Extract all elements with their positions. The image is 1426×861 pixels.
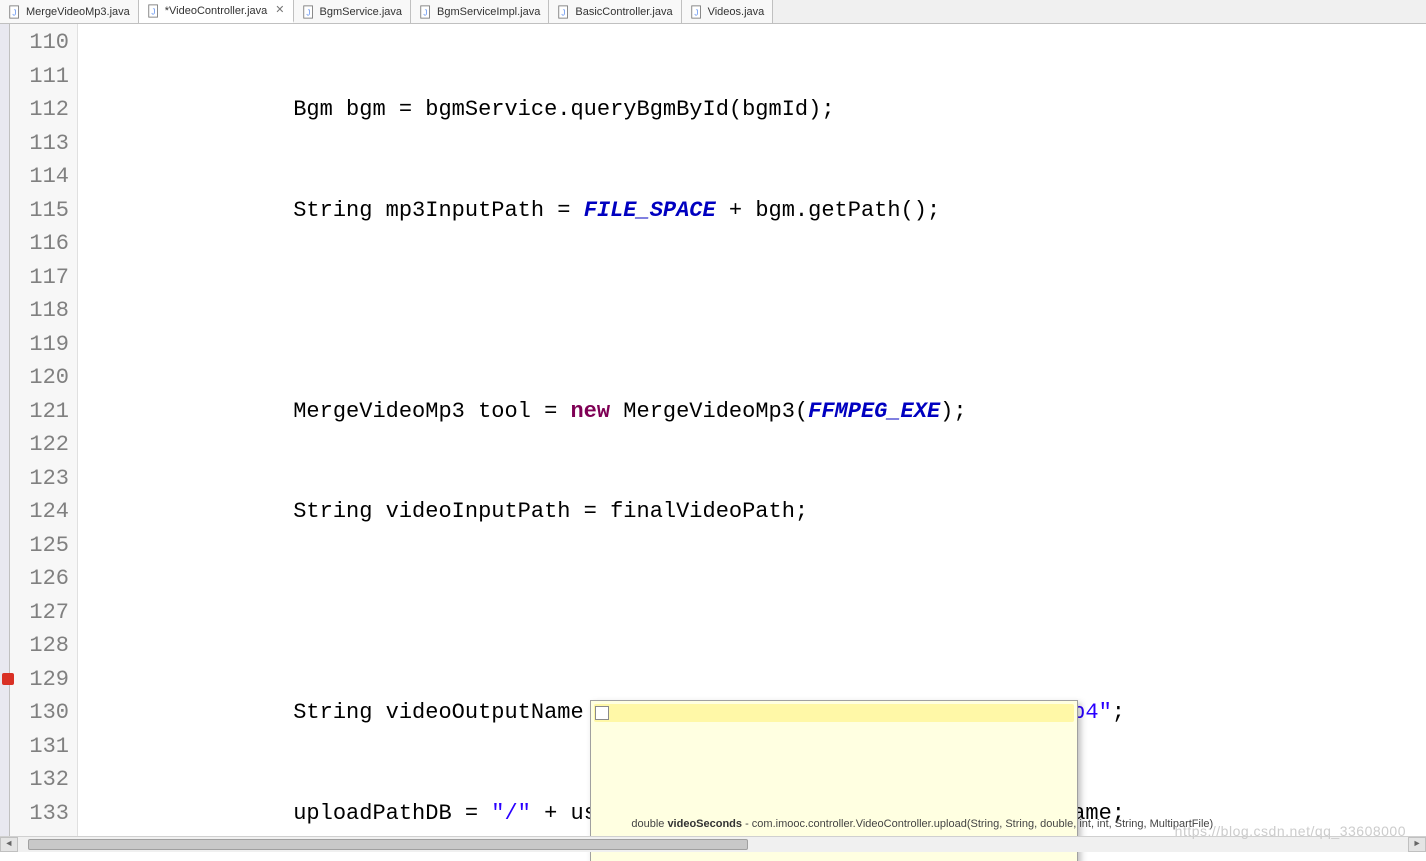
line-number[interactable]: 120 xyxy=(10,361,77,395)
tooltip-text: double videoSeconds - com.imooc.controll… xyxy=(631,818,1213,830)
line-number[interactable]: 118 xyxy=(10,294,77,328)
line-number[interactable]: 115 xyxy=(10,194,77,228)
scroll-left-icon[interactable]: ◄ xyxy=(0,837,18,852)
line-number[interactable]: 132 xyxy=(10,763,77,797)
editor-tabs: J MergeVideoMp3.java J *VideoController.… xyxy=(0,0,1426,24)
variable-icon xyxy=(595,706,609,720)
code-line[interactable]: Bgm bgm = bgmService.queryBgmById(bgmId)… xyxy=(78,93,1426,127)
line-number[interactable]: 127 xyxy=(10,596,77,630)
line-number[interactable]: 119 xyxy=(10,328,77,362)
line-number[interactable]: 125 xyxy=(10,529,77,563)
scrollbar-track[interactable] xyxy=(18,837,1408,852)
java-file-icon: J xyxy=(557,5,571,19)
scroll-right-icon[interactable]: ► xyxy=(1408,837,1426,852)
editor-area: 1101111121131141151161171181191201211221… xyxy=(0,24,1426,836)
line-number[interactable]: 121 xyxy=(10,395,77,429)
tab-label: MergeVideoMp3.java xyxy=(26,6,130,18)
code-line[interactable]: String mp3InputPath = FILE_SPACE + bgm.g… xyxy=(78,194,1426,228)
svg-text:J: J xyxy=(151,7,155,16)
code-line[interactable] xyxy=(78,294,1426,328)
line-number[interactable]: 122 xyxy=(10,428,77,462)
line-number[interactable]: 111 xyxy=(10,60,77,94)
line-number[interactable]: 129 xyxy=(10,663,77,697)
tab-mergevideomp3[interactable]: J MergeVideoMp3.java xyxy=(0,0,139,23)
code-line[interactable] xyxy=(78,596,1426,630)
tab-videocontroller[interactable]: J *VideoController.java ✕ xyxy=(139,0,294,23)
java-file-icon: J xyxy=(302,5,316,19)
java-file-icon: J xyxy=(147,4,161,18)
line-number[interactable]: 116 xyxy=(10,227,77,261)
java-file-icon: J xyxy=(8,5,22,19)
svg-text:J: J xyxy=(562,8,566,17)
line-number[interactable]: 128 xyxy=(10,629,77,663)
tab-bgmservice[interactable]: J BgmService.java xyxy=(294,0,412,23)
svg-text:J: J xyxy=(306,8,310,17)
line-number[interactable]: 117 xyxy=(10,261,77,295)
tab-label: BasicController.java xyxy=(575,6,672,18)
overview-ruler[interactable] xyxy=(0,24,10,836)
line-number[interactable]: 112 xyxy=(10,93,77,127)
line-number[interactable]: 114 xyxy=(10,160,77,194)
code-editor[interactable]: Bgm bgm = bgmService.queryBgmById(bgmId)… xyxy=(78,24,1426,836)
java-file-icon: J xyxy=(419,5,433,19)
tab-basiccontroller[interactable]: J BasicController.java xyxy=(549,0,681,23)
line-number[interactable]: 130 xyxy=(10,696,77,730)
svg-text:J: J xyxy=(12,8,16,17)
line-number[interactable]: 110 xyxy=(10,26,77,60)
tab-videos[interactable]: J Videos.java xyxy=(682,0,774,23)
line-number[interactable]: 124 xyxy=(10,495,77,529)
line-number[interactable]: 133 xyxy=(10,797,77,831)
line-number[interactable]: 113 xyxy=(10,127,77,161)
scrollbar-thumb[interactable] xyxy=(28,839,748,850)
line-number-gutter[interactable]: 1101111121131141151161171181191201211221… xyxy=(10,24,78,836)
tab-label: Videos.java xyxy=(708,6,765,18)
line-number[interactable]: 126 xyxy=(10,562,77,596)
tab-label: BgmServiceImpl.java xyxy=(437,6,540,18)
java-file-icon: J xyxy=(690,5,704,19)
close-icon[interactable]: ✕ xyxy=(275,5,284,16)
code-line[interactable]: String videoInputPath = finalVideoPath; xyxy=(78,495,1426,529)
line-number[interactable]: 123 xyxy=(10,462,77,496)
tab-bgmserviceimpl[interactable]: J BgmServiceImpl.java xyxy=(411,0,549,23)
horizontal-scrollbar[interactable]: ◄ ► xyxy=(0,836,1426,851)
svg-text:J: J xyxy=(423,8,427,17)
code-line[interactable]: MergeVideoMp3 tool = new MergeVideoMp3(F… xyxy=(78,395,1426,429)
svg-text:J: J xyxy=(694,8,698,17)
tab-label: *VideoController.java xyxy=(165,5,268,17)
tab-label: BgmService.java xyxy=(320,6,403,18)
line-number[interactable]: 131 xyxy=(10,730,77,764)
